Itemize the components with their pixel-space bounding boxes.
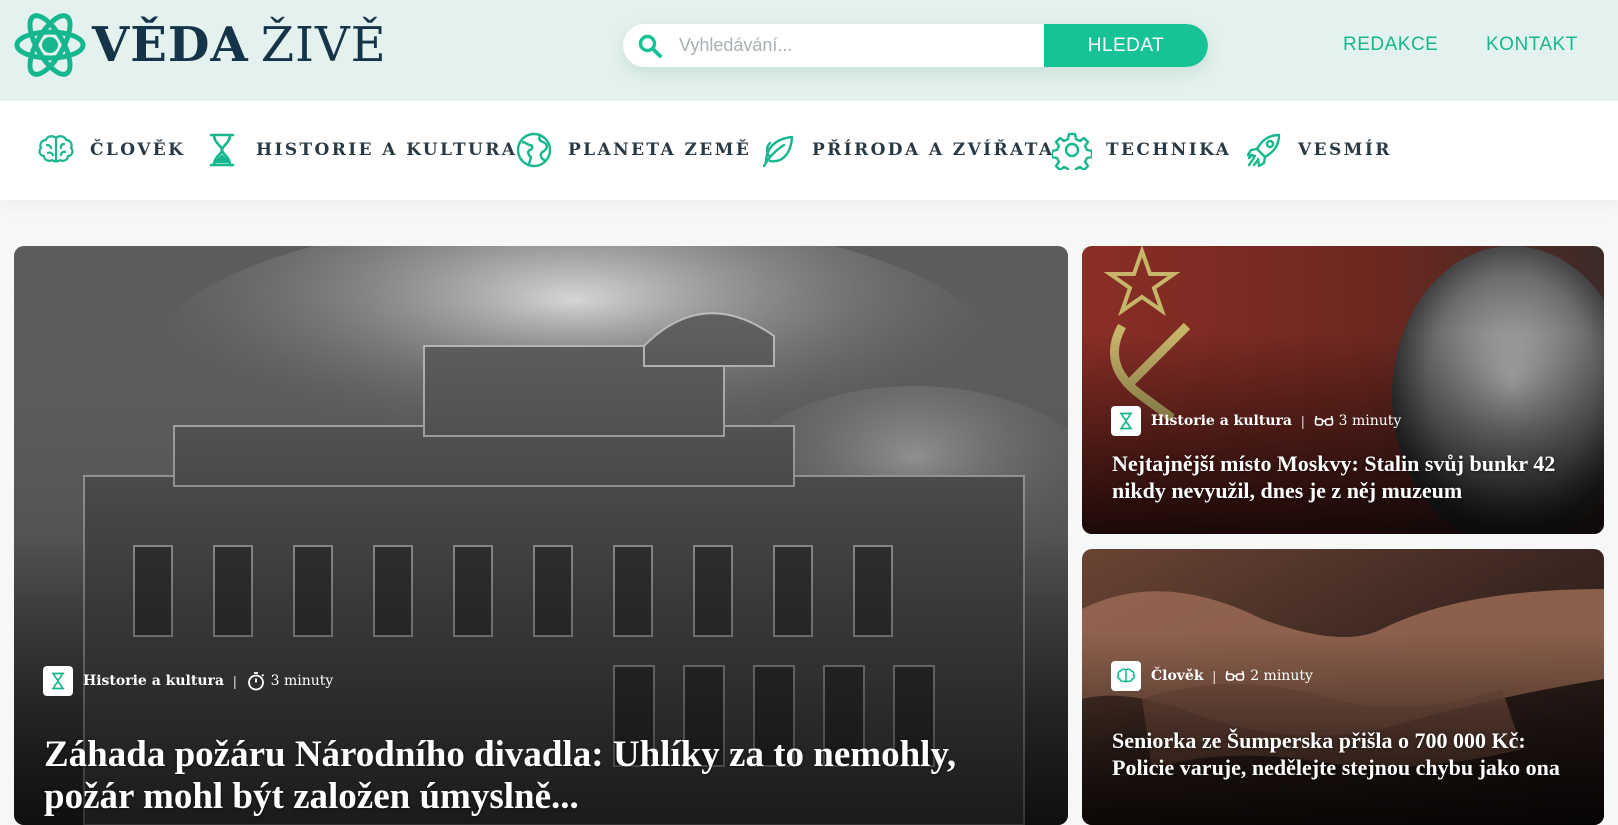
article-title[interactable]: Nejtajnější místo Moskvy: Stalin svůj bu… xyxy=(1112,450,1582,504)
nav-link-kontakt[interactable]: KONTAKT xyxy=(1486,34,1578,56)
site-header: VĚDAŽIVĚ HLEDAT REDAKCE KONTAKT xyxy=(0,0,1618,101)
article-title[interactable]: Záhada požáru Národního divadla: Uhlíky … xyxy=(44,734,1004,818)
article-category[interactable]: Člověk xyxy=(1151,668,1204,684)
category-nav: ČLOVĚK HISTORIE A KULTURA PLANETA ZEMĚ P… xyxy=(0,101,1618,200)
read-time: 2 minuty xyxy=(1250,668,1313,684)
leaf-icon xyxy=(762,135,794,168)
article-category[interactable]: Historie a kultura xyxy=(1151,413,1292,429)
article-category[interactable]: Historie a kultura xyxy=(83,673,224,689)
globe-icon xyxy=(516,132,552,168)
article-card-main[interactable]: Historie a kultura | 3 minuty Záhada pož… xyxy=(14,246,1068,825)
article-meta: Historie a kultura | 3 minuty xyxy=(43,666,333,696)
rocket-icon xyxy=(1246,133,1281,168)
atom-icon xyxy=(14,13,86,77)
category-item-planeta[interactable]: PLANETA ZEMĚ xyxy=(514,127,751,173)
category-badge xyxy=(43,666,73,696)
category-badge xyxy=(1111,661,1141,691)
search-bar: HLEDAT xyxy=(623,24,1208,67)
read-time: 3 minuty xyxy=(270,673,334,689)
category-item-historie[interactable]: HISTORIE A KULTURA xyxy=(202,127,517,173)
logo-word-zive: ŽIVĚ xyxy=(260,17,387,73)
hourglass-icon xyxy=(1119,412,1133,430)
meta-separator: | xyxy=(232,673,237,689)
logo-text: VĚDA ŽIVĚ xyxy=(92,21,387,69)
article-title[interactable]: Seniorka ze Šumperska přišla o 700 000 K… xyxy=(1112,727,1582,781)
logo-word-veda: VĚDA xyxy=(92,17,249,73)
article-meta: Člověk | 2 minuty xyxy=(1111,661,1313,691)
stopwatch-icon xyxy=(247,672,264,691)
category-label: HISTORIE A KULTURA xyxy=(256,140,518,160)
category-label: ČLOVĚK xyxy=(90,140,186,160)
category-label: PŘÍRODA A ZVÍŘATA xyxy=(812,140,1055,160)
search-input[interactable] xyxy=(663,24,1044,67)
category-label: VESMÍR xyxy=(1298,140,1392,160)
category-badge xyxy=(1111,406,1141,436)
category-item-technika[interactable]: TECHNIKA xyxy=(1052,127,1231,173)
hourglass-icon xyxy=(51,672,65,690)
search-button[interactable]: HLEDAT xyxy=(1044,24,1208,67)
search-icon[interactable] xyxy=(637,33,663,59)
brain-icon xyxy=(38,135,74,163)
read-time: 3 minuty xyxy=(1338,413,1402,429)
category-item-priroda[interactable]: PŘÍRODA A ZVÍŘATA xyxy=(758,127,1054,173)
category-label: TECHNIKA xyxy=(1106,140,1232,160)
glasses-icon xyxy=(1225,670,1245,681)
category-item-vesmir[interactable]: VESMÍR xyxy=(1244,127,1392,173)
article-card-side-2[interactable]: Člověk | 2 minuty Seniorka ze Šumperska … xyxy=(1082,549,1604,825)
meta-separator: | xyxy=(1212,668,1217,684)
category-label: PLANETA ZEMĚ xyxy=(568,140,752,160)
gear-icon xyxy=(1052,132,1092,170)
site-logo[interactable]: VĚDA ŽIVĚ xyxy=(14,7,387,83)
category-item-clovek[interactable]: ČLOVĚK xyxy=(36,127,185,173)
meta-separator: | xyxy=(1300,413,1305,429)
article-card-side-1[interactable]: Historie a kultura | 3 minuty Nejtajnějš… xyxy=(1082,246,1604,534)
brain-icon xyxy=(1117,668,1135,683)
article-meta: Historie a kultura | 3 minuty xyxy=(1111,406,1401,436)
glasses-icon xyxy=(1314,415,1333,426)
nav-link-redakce[interactable]: REDAKCE xyxy=(1343,34,1438,56)
hourglass-icon xyxy=(209,133,235,167)
